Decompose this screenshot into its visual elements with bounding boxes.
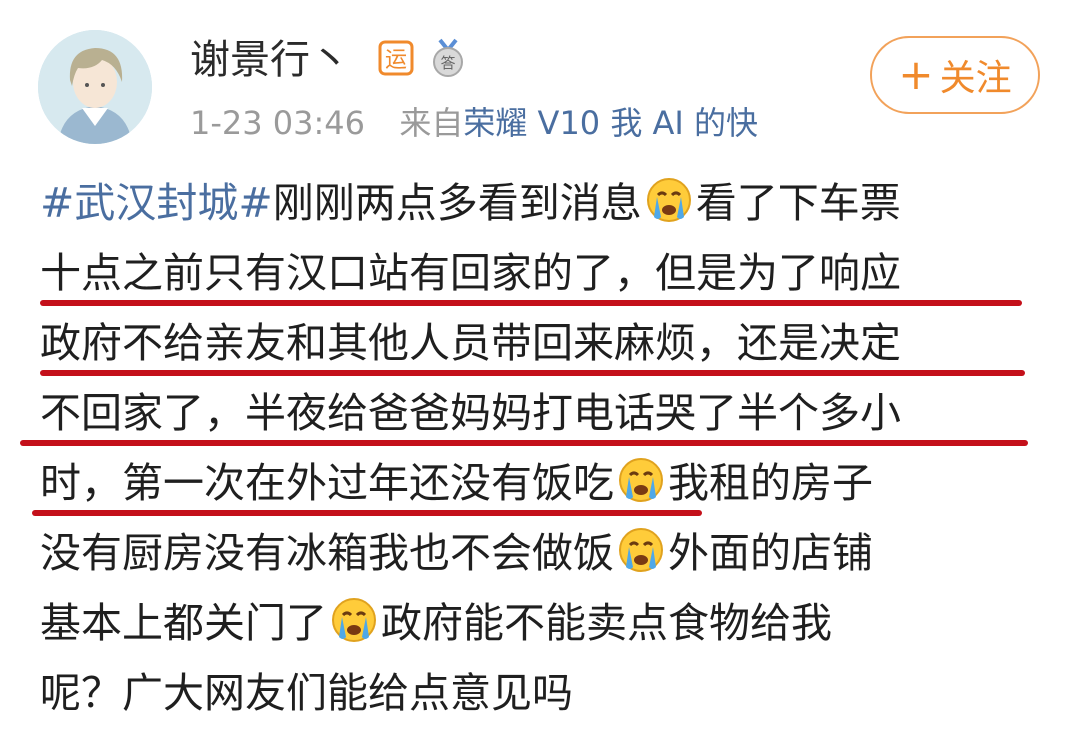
- post-body: #武汉封城#刚刚两点多看到消息 看了下车票 十点之前只有汉口站有回家的了，但是为了…: [20, 172, 1050, 732]
- red-underline: [40, 300, 1022, 306]
- avatar-illustration: [38, 30, 152, 144]
- post-source-prefix: 来自: [399, 104, 464, 142]
- post-text: 十点之前只有汉口站有回家的了，但是为了响应: [40, 249, 901, 297]
- post-line: 时，第一次在外过年还没有饭吃 我租的房子: [32, 452, 1050, 522]
- sport-badge-icon[interactable]: 运: [378, 40, 414, 76]
- post-line: 政府不给亲友和其他人员带回来麻烦，还是决定: [40, 312, 1050, 382]
- post-text: 政府不给亲友和其他人员带回来麻烦，还是决定: [40, 319, 901, 367]
- post-text: 没有厨房没有冰箱我也不会做饭: [40, 529, 614, 577]
- answer-medal-icon[interactable]: 答: [428, 38, 468, 78]
- crying-face-emoji: [619, 458, 663, 502]
- post-time: 1-23 03:46: [190, 104, 366, 142]
- post-line: 十点之前只有汉口站有回家的了，但是为了响应: [40, 242, 1050, 312]
- post-device-link[interactable]: 荣耀 V10 我 AI 的快: [463, 104, 758, 142]
- follow-button[interactable]: + 关注: [870, 36, 1040, 114]
- post-line: 不回家了，半夜给爸爸妈妈打电话哭了半个多小: [20, 382, 1050, 452]
- crying-face-emoji: [646, 178, 691, 222]
- plus-icon: +: [898, 50, 934, 99]
- red-underline: [40, 370, 1025, 376]
- red-underline: [32, 510, 702, 516]
- post-text: 看了下车票: [695, 179, 901, 227]
- crying-face-emoji: [332, 598, 376, 642]
- hashtag-link[interactable]: #武汉封城#: [40, 179, 273, 227]
- post-text: 呢？广大网友们能给点意见吗: [40, 669, 573, 717]
- crying-face-emoji: [619, 528, 663, 572]
- red-underline: [20, 440, 1028, 446]
- post-text: 我租的房子: [668, 459, 873, 507]
- post-text: 时，第一次在外过年还没有饭吃: [40, 459, 614, 507]
- avatar[interactable]: [38, 30, 152, 144]
- post-line: #武汉封城#刚刚两点多看到消息 看了下车票: [40, 172, 1050, 242]
- post-text: 外面的店铺: [668, 529, 873, 577]
- answer-medal-text: 答: [440, 54, 455, 72]
- post-text: 政府能不能卖点食物给我: [381, 599, 832, 647]
- post-text: 基本上都关门了: [40, 599, 327, 647]
- username[interactable]: 谢景行丶: [190, 34, 350, 86]
- post-line: 基本上都关门了 政府能不能卖点食物给我: [40, 592, 1050, 662]
- post-line: 没有厨房没有冰箱我也不会做饭 外面的店铺: [40, 522, 1050, 592]
- post-text: 不回家了，半夜给爸爸妈妈打电话哭了半个多小: [40, 389, 901, 437]
- post-text: 刚刚两点多看到消息: [272, 179, 642, 227]
- follow-button-label: 关注: [939, 58, 1012, 99]
- sport-badge-text: 运: [385, 48, 407, 73]
- post-meta: 1-23 03:46 来自荣耀 V10 我 AI 的快: [190, 100, 758, 146]
- post-line: 呢？广大网友们能给点意见吗: [40, 662, 1050, 732]
